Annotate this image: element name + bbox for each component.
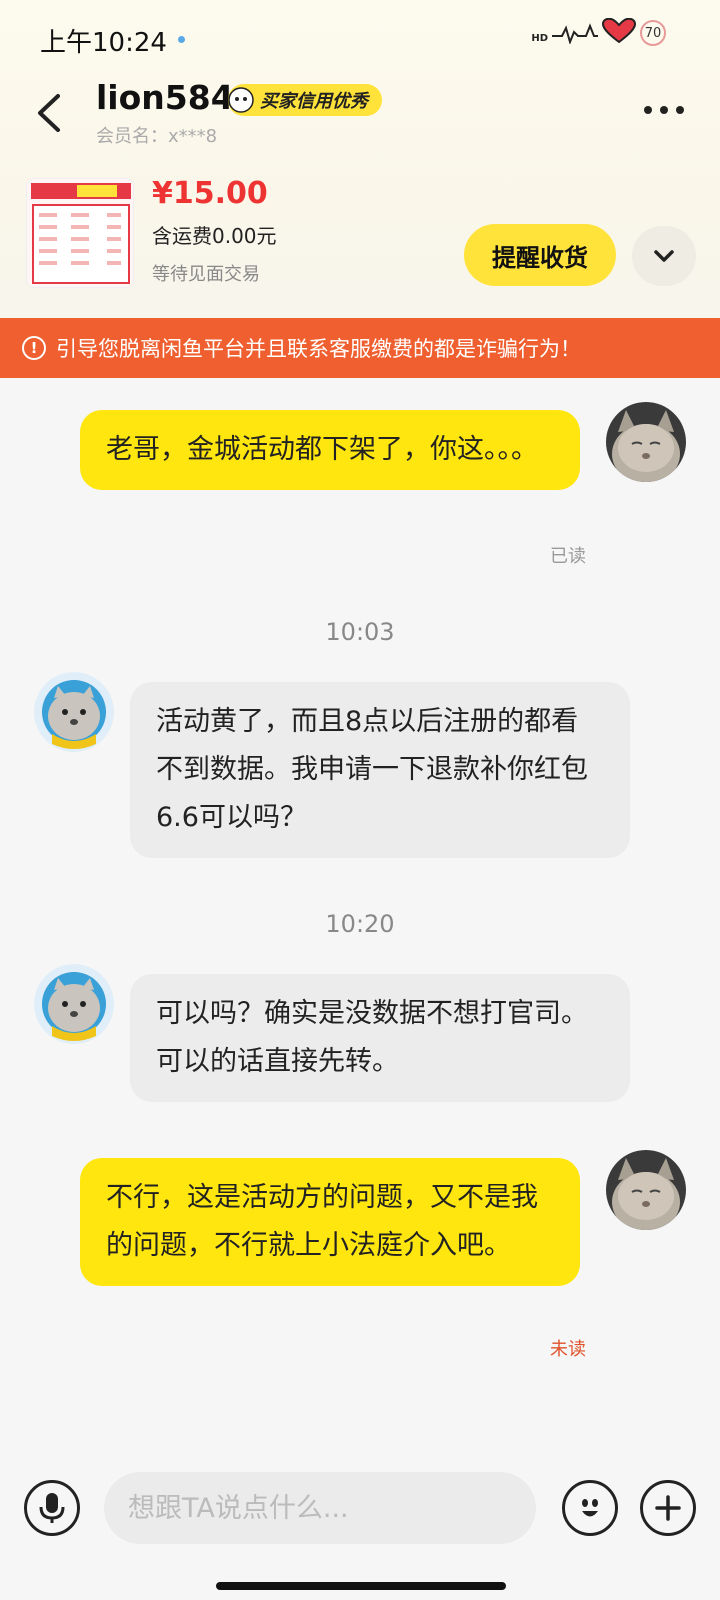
message-bubble-incoming[interactable]: 活动黄了，而且8点以后注册的都看不到数据。我申请一下退款补你红包6.6可以吗？ <box>130 682 630 858</box>
product-thumbnail[interactable] <box>26 178 134 288</box>
status-time: 上午10:24 <box>40 28 167 58</box>
seal-avatar-icon <box>34 672 114 752</box>
back-button[interactable] <box>28 86 72 140</box>
shipping-info: 含运费0.00元 <box>152 224 277 248</box>
message-bubble-incoming[interactable]: 可以吗？确实是没数据不想打官司。可以的话直接先转。 <box>130 974 630 1102</box>
status-icons: HD 70 <box>531 17 666 48</box>
chat-message-list[interactable]: 老哥，金城活动都下架了，你这。。。 已读 10:03 活动黄了，而且8点以后注册… <box>0 378 720 1468</box>
message-text: 可以吗？确实是没数据不想打官司。可以的话直接先转。 <box>156 998 588 1077</box>
message-text: 老哥，金城活动都下架了，你这。。。 <box>106 434 538 465</box>
more-dot-icon <box>660 106 668 114</box>
plus-icon <box>655 1495 681 1521</box>
message-text: 活动黄了，而且8点以后注册的都看不到数据。我申请一下退款补你红包6.6可以吗？ <box>156 706 588 833</box>
home-indicator[interactable] <box>216 1582 506 1590</box>
partner-avatar[interactable] <box>34 964 114 1044</box>
heart-icon <box>601 17 637 48</box>
chevron-down-icon <box>654 250 674 262</box>
timestamp: 10:20 <box>325 910 395 938</box>
expand-order-button[interactable] <box>632 226 696 286</box>
seal-avatar-icon <box>34 964 114 1044</box>
more-dot-icon <box>676 106 684 114</box>
alert-circle-icon: ! <box>22 336 46 360</box>
message-bubble-outgoing[interactable]: 不行，这是活动方的问题，又不是我的问题，不行就上小法庭介入吧。 <box>80 1158 580 1286</box>
cat-avatar-icon <box>606 402 686 482</box>
message-bubble-outgoing[interactable]: 老哥，金城活动都下架了，你这。。。 <box>80 410 580 490</box>
microphone-icon <box>39 1493 65 1523</box>
more-dot-icon <box>644 106 652 114</box>
fish-mascot-icon <box>228 87 254 113</box>
chat-partner-name[interactable]: lion584 <box>96 78 234 117</box>
battery-indicator: 70 <box>640 20 666 46</box>
warning-text: 引导您脱离闲鱼平台并且联系客服缴费的都是诈骗行为！ <box>56 337 581 361</box>
trade-status: 等待见面交易 <box>152 264 260 285</box>
message-input-bar <box>0 1468 720 1600</box>
more-options-button[interactable] <box>644 100 688 120</box>
credit-badge[interactable]: 买家信用优秀 <box>228 84 382 116</box>
fraud-warning-banner: ! 引导您脱离闲鱼平台并且联系客服缴费的都是诈骗行为！ <box>0 318 720 378</box>
signal-icon: HD <box>531 22 598 44</box>
product-image <box>27 179 133 287</box>
smiley-icon <box>582 1499 598 1517</box>
voice-input-button[interactable] <box>24 1480 80 1536</box>
hd-label: HD <box>531 33 548 44</box>
partner-avatar[interactable] <box>34 672 114 752</box>
remind-receipt-button[interactable]: 提醒收货 <box>464 224 616 286</box>
location-dot-icon <box>178 36 185 43</box>
cat-avatar-icon <box>606 1150 686 1230</box>
product-price: ¥15.00 <box>152 176 268 211</box>
more-actions-button[interactable] <box>640 1480 696 1536</box>
my-avatar[interactable] <box>606 402 686 482</box>
my-avatar[interactable] <box>606 1150 686 1230</box>
message-input[interactable] <box>104 1472 536 1544</box>
status-bar: 上午10:24 HD 70 <box>0 0 720 80</box>
chevron-left-icon <box>38 94 60 132</box>
credit-badge-label: 买家信用优秀 <box>260 91 368 112</box>
unread-status: 未读 <box>550 1339 586 1360</box>
timestamp: 10:03 <box>325 618 395 646</box>
emoji-button[interactable] <box>562 1480 618 1536</box>
message-text: 不行，这是活动方的问题，又不是我的问题，不行就上小法庭介入吧。 <box>106 1182 538 1261</box>
member-name: 会员名：x***8 <box>96 126 218 147</box>
read-status: 已读 <box>550 546 586 567</box>
